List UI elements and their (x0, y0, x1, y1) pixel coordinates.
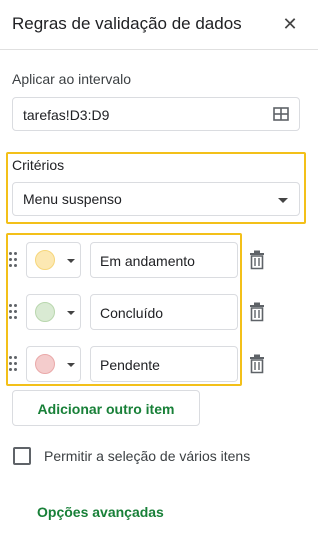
criteria-selected-value: Menu suspenso (23, 191, 122, 207)
color-picker-button[interactable] (26, 346, 81, 382)
list-item: Concluído (8, 294, 278, 330)
list-item: Pendente (8, 346, 278, 382)
color-swatch (35, 302, 55, 322)
trash-icon[interactable] (248, 250, 266, 270)
range-value: tarefas!D3:D9 (23, 107, 110, 123)
drag-handle-icon[interactable] (8, 356, 20, 372)
add-item-label: Adicionar outro item (37, 401, 175, 417)
color-picker-button[interactable] (26, 294, 81, 330)
criteria-label: Critérios (12, 157, 65, 173)
color-swatch (35, 250, 55, 270)
item-value: Em andamento (100, 253, 195, 269)
item-input[interactable]: Em andamento (90, 242, 238, 278)
trash-icon[interactable] (248, 354, 266, 374)
data-validation-panel: Regras de validação de dados ✕ Aplicar a… (0, 0, 318, 538)
criteria-select[interactable]: Menu suspenso (12, 182, 300, 216)
chevron-down-icon (278, 198, 288, 203)
advanced-options-link[interactable]: Opções avançadas (37, 504, 164, 520)
drag-handle-icon[interactable] (8, 304, 20, 320)
trash-icon[interactable] (248, 302, 266, 322)
color-swatch (35, 354, 55, 374)
chevron-down-icon (67, 363, 75, 367)
range-input[interactable]: tarefas!D3:D9 (12, 97, 300, 131)
item-value: Concluído (100, 305, 164, 321)
panel-title: Regras de validação de dados (12, 14, 242, 33)
range-label: Aplicar ao intervalo (12, 71, 132, 87)
allow-multiple-label[interactable]: Permitir a seleção de vários itens (44, 448, 250, 464)
item-input[interactable]: Pendente (90, 346, 238, 382)
allow-multiple-checkbox[interactable] (13, 447, 31, 465)
panel-header: Regras de validação de dados ✕ (0, 0, 318, 50)
drag-handle-icon[interactable] (8, 252, 20, 268)
color-picker-button[interactable] (26, 242, 81, 278)
item-value: Pendente (100, 357, 160, 373)
close-icon[interactable]: ✕ (280, 14, 300, 34)
list-item: Em andamento (8, 242, 278, 278)
add-item-button[interactable]: Adicionar outro item (12, 390, 200, 426)
chevron-down-icon (67, 311, 75, 315)
chevron-down-icon (67, 259, 75, 263)
item-input[interactable]: Concluído (90, 294, 238, 330)
grid-select-icon[interactable] (273, 107, 289, 121)
